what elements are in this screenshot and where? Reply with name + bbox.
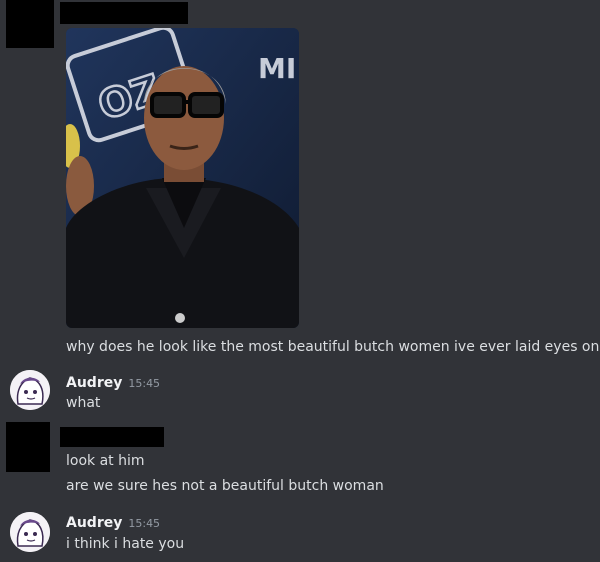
message-header: Audrey 15:45	[66, 512, 160, 532]
redacted-avatar[interactable]	[6, 0, 54, 48]
username[interactable]: Audrey	[66, 375, 122, 391]
photo-illustration: OZ MI N	[66, 28, 299, 328]
message-text: look at him	[66, 453, 145, 469]
backdrop-sign-right: MI N	[258, 52, 299, 85]
avatar[interactable]	[10, 512, 50, 552]
avatar[interactable]	[10, 370, 50, 410]
timestamp: 15:45	[128, 517, 161, 530]
attached-photo[interactable]: OZ MI N	[66, 28, 299, 328]
redacted-avatar[interactable]	[6, 422, 50, 472]
message-caption: why does he look like the most beautiful…	[66, 339, 600, 355]
redacted-username[interactable]	[60, 2, 188, 24]
avatar-character-icon	[10, 370, 50, 410]
username[interactable]: Audrey	[66, 515, 122, 531]
avatar-character-icon	[10, 512, 50, 552]
timestamp: 15:45	[128, 377, 161, 390]
message-text: what	[66, 395, 101, 411]
redacted-username[interactable]	[60, 427, 164, 447]
message-text: i think i hate you	[66, 536, 185, 552]
message-text: are we sure hes not a beautiful butch wo…	[66, 478, 384, 494]
message-header: Audrey 15:45	[66, 372, 160, 392]
